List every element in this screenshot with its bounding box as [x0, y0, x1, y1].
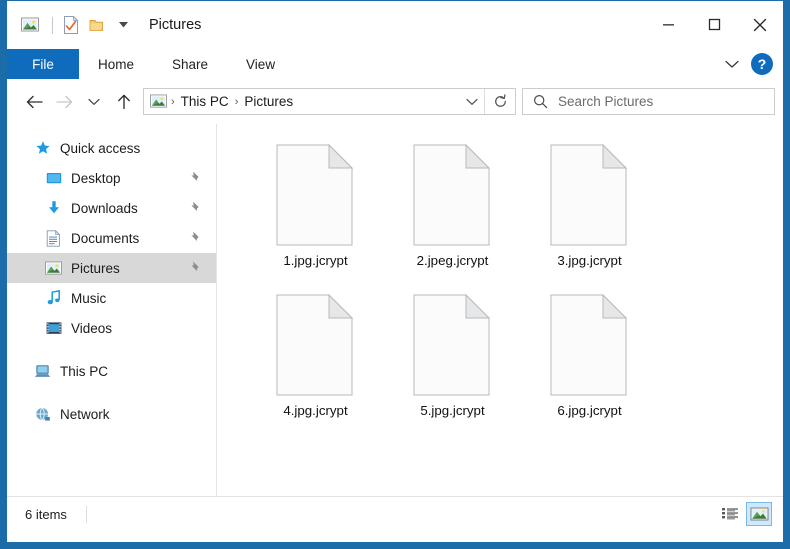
minimize-button[interactable]	[645, 1, 691, 48]
recent-locations-chevron-icon[interactable]	[79, 87, 109, 117]
sidebar-item-label: Quick access	[60, 140, 141, 156]
file-item[interactable]: 1.jpg.jcrypt	[247, 140, 384, 290]
properties-icon[interactable]	[60, 14, 82, 36]
explorer-body: Quick access Desktop Downloads Documents…	[7, 124, 783, 496]
blank-document-icon	[276, 143, 356, 246]
pin-icon[interactable]	[188, 200, 203, 215]
view-toggle-group	[717, 502, 772, 526]
qat-divider	[52, 16, 53, 34]
file-name: 3.jpg.jcrypt	[557, 253, 622, 268]
file-explorer-window: Pictures File Home Share View ? › This P…	[0, 0, 790, 549]
desktop-icon	[45, 170, 62, 187]
tab-file[interactable]: File	[7, 49, 79, 79]
details-view-button[interactable]	[717, 502, 743, 526]
file-grid: 1.jpg.jcrypt 2.jpeg.jcrypt 3.jpg.jcrypt …	[247, 140, 783, 440]
address-dropdown-icon[interactable]	[460, 89, 484, 114]
sidebar-item-network[interactable]: Network	[7, 399, 216, 429]
music-icon	[45, 290, 62, 307]
blank-document-icon	[413, 143, 493, 246]
network-icon	[34, 406, 51, 423]
new-folder-icon[interactable]	[86, 14, 108, 36]
breadcrumb-separator: ›	[234, 95, 239, 108]
sidebar-item-label: Desktop	[71, 170, 121, 186]
file-name: 2.jpeg.jcrypt	[416, 253, 489, 268]
pin-icon[interactable]	[188, 230, 203, 245]
blank-document-icon	[550, 293, 630, 396]
window-controls	[645, 1, 783, 48]
file-item[interactable]: 2.jpeg.jcrypt	[384, 140, 521, 290]
breadcrumb-pictures-icon	[150, 93, 167, 110]
window-title: Pictures	[149, 17, 202, 33]
tab-share[interactable]: Share	[153, 49, 227, 79]
sidebar-item-documents[interactable]: Documents	[7, 223, 216, 253]
large-icons-view-button[interactable]	[746, 502, 772, 526]
sidebar-item-label: This PC	[60, 363, 109, 379]
back-button[interactable]	[19, 87, 49, 117]
sidebar-item-downloads[interactable]: Downloads	[7, 193, 216, 223]
up-button[interactable]	[109, 87, 139, 117]
maximize-button[interactable]	[691, 1, 737, 48]
downloads-icon	[45, 200, 62, 217]
file-name: 5.jpg.jcrypt	[420, 403, 485, 418]
close-button[interactable]	[737, 1, 783, 48]
item-count: 6 items	[25, 507, 67, 522]
sidebar-item-quick-access[interactable]: Quick access	[7, 133, 216, 163]
file-name: 4.jpg.jcrypt	[283, 403, 348, 418]
title-bar: Pictures	[7, 1, 783, 49]
forward-button[interactable]	[49, 87, 79, 117]
search-icon	[533, 94, 548, 109]
file-item[interactable]: 4.jpg.jcrypt	[247, 290, 384, 440]
file-item[interactable]: 3.jpg.jcrypt	[521, 140, 658, 290]
pin-icon[interactable]	[188, 260, 203, 275]
blank-document-icon	[276, 293, 356, 396]
sidebar-item-videos[interactable]: Videos	[7, 313, 216, 343]
file-item[interactable]: 5.jpg.jcrypt	[384, 290, 521, 440]
pictures-icon	[45, 260, 62, 277]
blank-document-icon	[413, 293, 493, 396]
blank-document-icon	[550, 143, 630, 246]
status-bar: 6 items	[7, 496, 783, 532]
file-item[interactable]: 6.jpg.jcrypt	[521, 290, 658, 440]
help-icon[interactable]: ?	[751, 53, 773, 75]
sidebar-item-this-pc[interactable]: This PC	[7, 356, 216, 386]
sidebar-item-label: Pictures	[71, 260, 120, 276]
sidebar-item-label: Downloads	[71, 200, 138, 216]
sidebar-item-label: Music	[71, 290, 107, 306]
search-box[interactable]	[522, 88, 775, 115]
navigation-pane: Quick access Desktop Downloads Documents…	[7, 124, 216, 496]
address-bar[interactable]: › This PC › Pictures	[143, 88, 516, 115]
pin-icon[interactable]	[188, 170, 203, 185]
breadcrumb-this-pc[interactable]: This PC	[177, 94, 233, 109]
ribbon-tab-bar: File Home Share View ?	[7, 49, 783, 79]
breadcrumb-separator: ›	[171, 95, 175, 108]
sidebar-item-label: Network	[60, 406, 110, 422]
refresh-icon[interactable]	[484, 89, 515, 114]
sidebar-item-desktop[interactable]: Desktop	[7, 163, 216, 193]
sidebar-item-label: Documents	[71, 230, 140, 246]
file-name: 6.jpg.jcrypt	[557, 403, 622, 418]
breadcrumb-pictures[interactable]: Pictures	[240, 94, 297, 109]
star-icon	[34, 140, 51, 157]
ribbon-right-controls: ?	[717, 49, 779, 79]
sidebar-item-pictures[interactable]: Pictures	[7, 253, 216, 283]
sidebar-item-label: Videos	[71, 320, 113, 336]
file-list-pane[interactable]: 1.jpg.jcrypt 2.jpeg.jcrypt 3.jpg.jcrypt …	[216, 124, 783, 496]
documents-icon	[45, 229, 62, 247]
search-input[interactable]	[558, 94, 774, 109]
breadcrumb: › This PC › Pictures	[150, 93, 460, 110]
pictures-folder-icon[interactable]	[19, 14, 41, 36]
chevron-down-icon[interactable]	[717, 50, 747, 78]
file-name: 1.jpg.jcrypt	[283, 253, 348, 268]
tab-home[interactable]: Home	[79, 49, 153, 79]
tab-view[interactable]: View	[227, 49, 294, 79]
customize-qat-chevron-icon[interactable]	[112, 14, 134, 36]
navigation-bar: › This PC › Pictures	[7, 79, 783, 124]
sidebar-item-music[interactable]: Music	[7, 283, 216, 313]
this-pc-icon	[34, 363, 51, 380]
status-divider	[85, 506, 87, 523]
videos-icon	[45, 320, 62, 337]
